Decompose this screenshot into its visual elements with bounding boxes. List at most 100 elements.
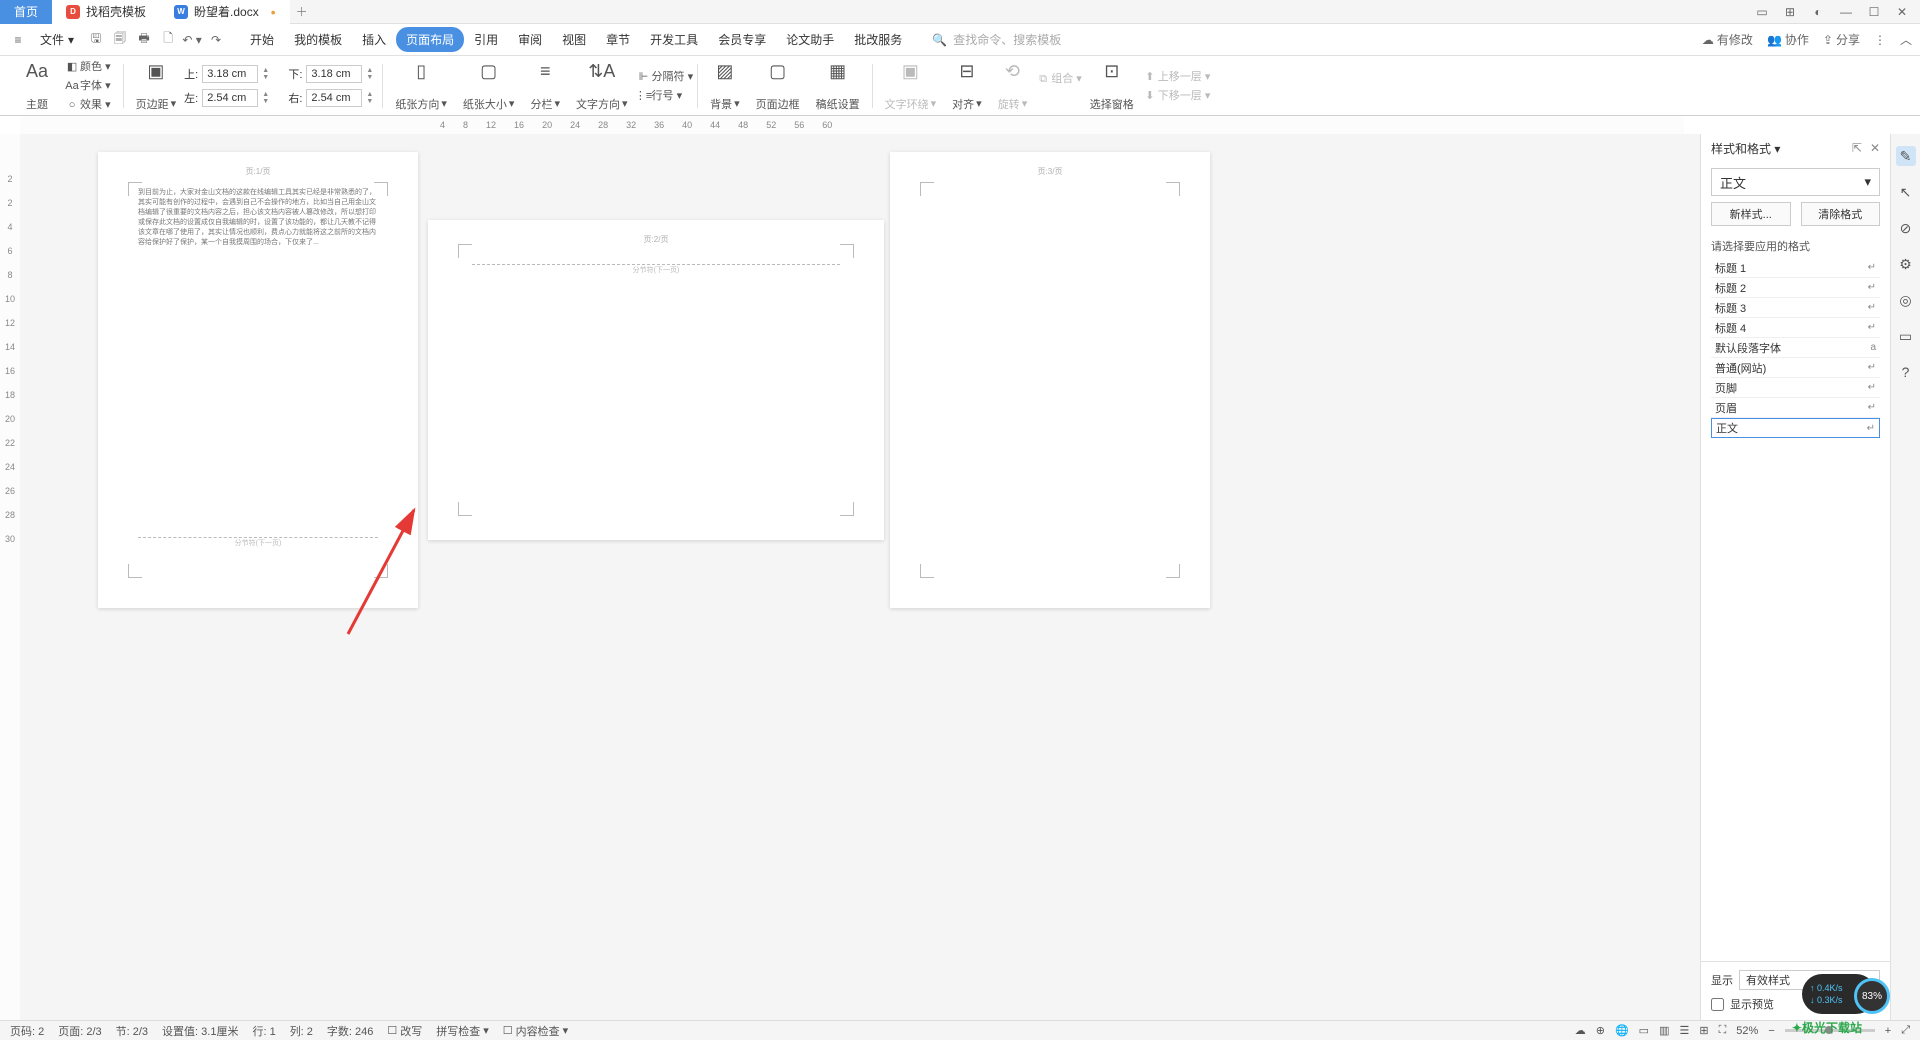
margin-right-input[interactable]: 2.54 cm bbox=[306, 89, 362, 107]
paper-size-button[interactable]: ▢纸张大小 ▾ bbox=[455, 60, 523, 112]
send-backward-button[interactable]: ⬇下移一层 ▾ bbox=[1142, 87, 1211, 104]
clear-format-button[interactable]: 清除格式 bbox=[1801, 202, 1881, 226]
style-item-h1[interactable]: 标题 1↵ bbox=[1711, 258, 1880, 278]
save-as-icon[interactable]: 🗐 bbox=[110, 30, 130, 50]
paper-settings-button[interactable]: ▦稿纸设置 bbox=[808, 60, 868, 112]
print-preview-icon[interactable]: 🗋 bbox=[158, 30, 178, 50]
bring-forward-button[interactable]: ⬆上移一层 ▾ bbox=[1142, 68, 1211, 85]
redo-icon[interactable]: ↷ bbox=[206, 30, 226, 50]
pin-icon[interactable]: ⇱ bbox=[1852, 141, 1862, 155]
undo-icon[interactable]: ↶ ▾ bbox=[182, 30, 202, 50]
tab-proofread[interactable]: 批改服务 bbox=[844, 27, 912, 52]
new-tab-button[interactable]: ＋ bbox=[290, 3, 314, 20]
columns-button[interactable]: ≡分栏 ▾ bbox=[522, 60, 568, 112]
edit-pen-icon[interactable]: ✎ bbox=[1896, 146, 1916, 166]
breaks-button[interactable]: ⊩分隔符 ▾ bbox=[636, 68, 694, 85]
style-item-normal-web[interactable]: 普通(网站)↵ bbox=[1711, 358, 1880, 378]
selection-pane-button[interactable]: ⊡选择窗格 bbox=[1082, 60, 1142, 112]
page-2[interactable]: 页:2/页 分节符(下一页) bbox=[428, 220, 884, 540]
style-item-header[interactable]: 页眉↵ bbox=[1711, 398, 1880, 418]
tab-insert[interactable]: 插入 bbox=[352, 27, 396, 52]
text-wrap-button[interactable]: ▣文字环绕 ▾ bbox=[877, 60, 945, 112]
status-view-icon[interactable]: ▥ bbox=[1659, 1024, 1669, 1037]
color-button[interactable]: ◧颜色 ▾ bbox=[64, 58, 111, 75]
page-border-button[interactable]: ▢页面边框 bbox=[748, 60, 808, 112]
status-globe-icon[interactable]: 🌐 bbox=[1615, 1024, 1629, 1037]
status-cloud-icon[interactable]: ☁ bbox=[1575, 1024, 1586, 1037]
tab-review[interactable]: 审阅 bbox=[508, 27, 552, 52]
status-read-icon[interactable]: ▭ bbox=[1639, 1024, 1649, 1037]
print-icon[interactable]: 🖶 bbox=[134, 30, 154, 50]
preview-checkbox[interactable] bbox=[1711, 998, 1724, 1011]
style-item-default-font[interactable]: 默认段落字体a bbox=[1711, 338, 1880, 358]
status-fit-icon[interactable]: ⛶ bbox=[1719, 1024, 1727, 1037]
document-canvas[interactable]: 页:1/页 到目前为止，大家对金山文档的这款在线编辑工具其实已经是非常熟悉的了，… bbox=[20, 134, 1700, 1020]
status-overwrite[interactable]: ☐ 改写 bbox=[387, 1023, 422, 1039]
margin-left-input[interactable]: 2.54 cm bbox=[202, 89, 258, 107]
status-page-no[interactable]: 页码: 2 bbox=[10, 1023, 44, 1039]
tab-my-templates[interactable]: 我的模板 bbox=[284, 27, 352, 52]
group-button[interactable]: ⧉组合 ▾ bbox=[1035, 70, 1082, 88]
status-row[interactable]: 行: 1 bbox=[252, 1023, 275, 1039]
tab-home[interactable]: 首页 bbox=[0, 0, 52, 24]
cursor-icon[interactable]: ↖ bbox=[1896, 182, 1916, 202]
style-item-h4[interactable]: 标题 4↵ bbox=[1711, 318, 1880, 338]
tab-member[interactable]: 会员专享 bbox=[708, 27, 776, 52]
close-icon[interactable]: ✕ bbox=[1894, 5, 1910, 19]
cpu-percent-widget[interactable]: 83% bbox=[1854, 978, 1890, 1014]
tab-document[interactable]: W盼望着.docx• bbox=[160, 0, 290, 24]
font-button[interactable]: Aa字体 ▾ bbox=[64, 77, 111, 94]
margin-bottom-input[interactable]: 3.18 cm bbox=[306, 65, 362, 83]
collab-button[interactable]: 👥协作 bbox=[1767, 31, 1809, 48]
status-pages[interactable]: 页面: 2/3 bbox=[58, 1023, 101, 1039]
page-margins-button[interactable]: ▣页边距 ▾ bbox=[128, 60, 185, 112]
apps-icon[interactable]: ⊞ bbox=[1782, 5, 1798, 19]
minimize-icon[interactable]: — bbox=[1838, 5, 1854, 19]
tab-section[interactable]: 章节 bbox=[596, 27, 640, 52]
style-item-body[interactable]: 正文↵ bbox=[1711, 418, 1880, 438]
collapse-ribbon-icon[interactable]: ︿ bbox=[1900, 31, 1912, 48]
book-icon[interactable]: ▭ bbox=[1896, 326, 1916, 346]
tab-start[interactable]: 开始 bbox=[240, 27, 284, 52]
status-col[interactable]: 列: 2 bbox=[290, 1023, 313, 1039]
margin-top-input[interactable]: 3.18 cm bbox=[202, 65, 258, 83]
zoom-out-icon[interactable]: − bbox=[1768, 1025, 1774, 1037]
style-item-h3[interactable]: 标题 3↵ bbox=[1711, 298, 1880, 318]
status-words[interactable]: 字数: 246 bbox=[327, 1023, 373, 1039]
tab-thesis[interactable]: 论文助手 bbox=[776, 27, 844, 52]
tab-templates[interactable]: D找稻壳模板 bbox=[52, 0, 160, 24]
line-no-button[interactable]: ⋮≡行号 ▾ bbox=[636, 87, 694, 104]
save-icon[interactable]: 🖫 bbox=[86, 30, 106, 50]
horizontal-ruler[interactable]: 4812162024283236404448525660 bbox=[20, 116, 1684, 134]
tab-devtools[interactable]: 开发工具 bbox=[640, 27, 708, 52]
maximize-icon[interactable]: ☐ bbox=[1866, 5, 1882, 19]
more-icon[interactable]: ⋮ bbox=[1874, 33, 1886, 47]
status-outline-icon[interactable]: ☰ bbox=[1679, 1024, 1689, 1037]
share-button[interactable]: ⇪分享 bbox=[1823, 31, 1860, 48]
status-section[interactable]: 节: 2/3 bbox=[116, 1023, 148, 1039]
page-body-text[interactable]: 到目前为止，大家对金山文档的这款在线编辑工具其实已经是非常熟悉的了，其实可能有创… bbox=[138, 188, 378, 248]
sync-status[interactable]: ☁有修改 bbox=[1702, 31, 1753, 48]
paper-direction-button[interactable]: ▯纸张方向 ▾ bbox=[387, 60, 455, 112]
limit-icon[interactable]: ⊘ bbox=[1896, 218, 1916, 238]
zoom-value[interactable]: 52% bbox=[1736, 1025, 1758, 1037]
current-style-select[interactable]: 正文▾ bbox=[1711, 168, 1880, 196]
rotate-button[interactable]: ⟲旋转 ▾ bbox=[990, 60, 1036, 112]
vertical-ruler[interactable]: 224681012141618202224262830 bbox=[0, 134, 20, 1020]
style-item-footer[interactable]: 页脚↵ bbox=[1711, 378, 1880, 398]
tab-view[interactable]: 视图 bbox=[552, 27, 596, 52]
page-3[interactable]: 页:3/页 bbox=[890, 152, 1210, 608]
align-button[interactable]: ⊟对齐 ▾ bbox=[944, 60, 990, 112]
layout-icon[interactable]: ▭ bbox=[1754, 5, 1770, 19]
text-direction-button[interactable]: ⇅A文字方向 ▾ bbox=[568, 60, 636, 112]
file-menu[interactable]: 文件 ▾ bbox=[32, 29, 82, 50]
new-style-button[interactable]: 新样式... bbox=[1711, 202, 1791, 226]
skin-icon[interactable]: ◐ bbox=[1810, 5, 1826, 19]
background-button[interactable]: ▨背景 ▾ bbox=[702, 60, 748, 112]
help-icon[interactable]: ? bbox=[1896, 362, 1916, 382]
tab-page-layout[interactable]: 页面布局 bbox=[396, 27, 464, 52]
status-setting[interactable]: 设置值: 3.1厘米 bbox=[162, 1023, 238, 1039]
hamburger-icon[interactable]: ≡ bbox=[8, 30, 28, 50]
effect-button[interactable]: ○效果 ▾ bbox=[64, 96, 111, 113]
status-spell[interactable]: 拼写检查 ▾ bbox=[436, 1023, 489, 1039]
